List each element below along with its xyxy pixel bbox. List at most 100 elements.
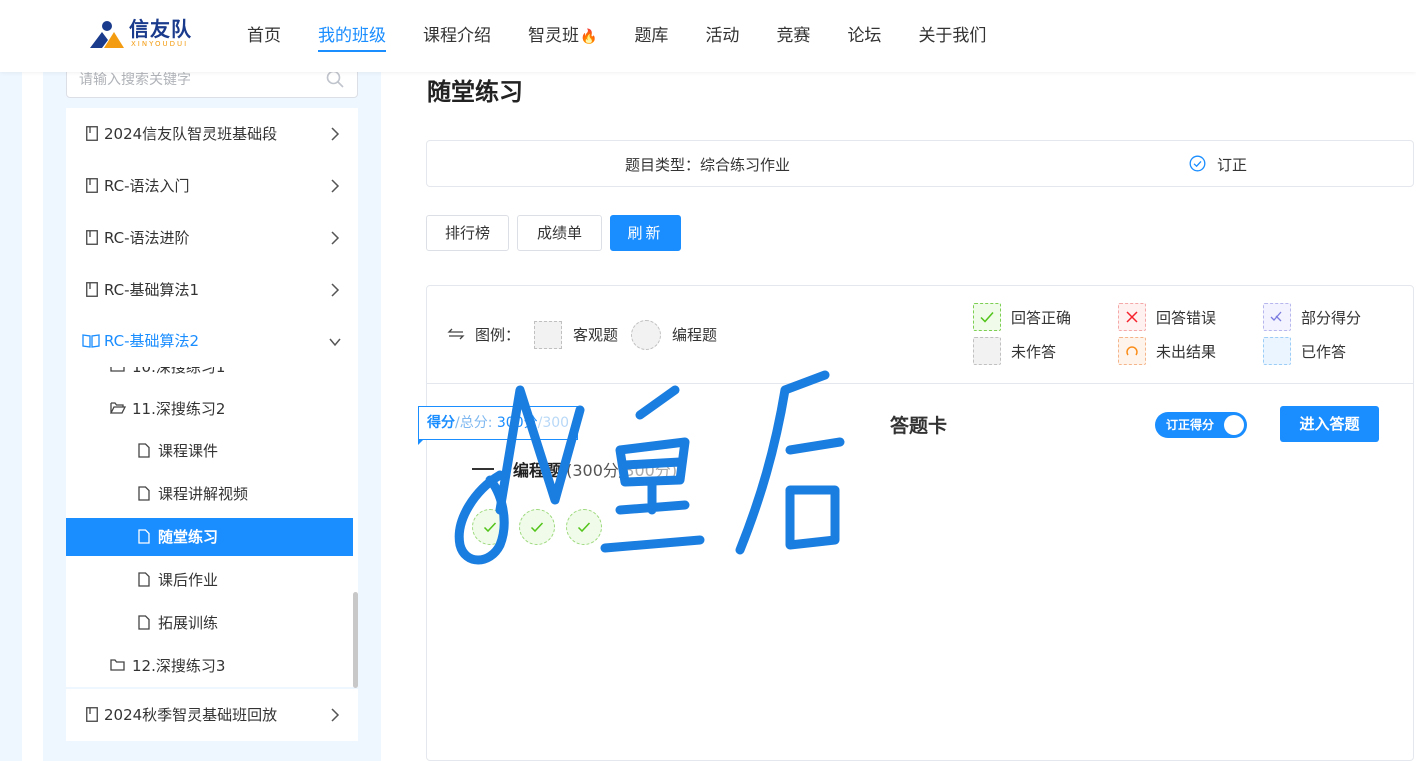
legend-title-text: 图例：: [475, 326, 521, 344]
course-item-2024-base[interactable]: 2024信友队智灵班基础段: [66, 108, 358, 160]
tree-label: 10.深搜练习1: [132, 367, 226, 376]
main-nav: 首页 我的班级 课程介绍 智灵班🔥 题库 活动 竞赛 论坛 关于我们: [247, 0, 1023, 72]
section-total: 300分): [624, 461, 678, 480]
chevron-right-icon: [331, 179, 340, 193]
tree-label: 课后作业: [158, 571, 219, 589]
correction-score-toggle[interactable]: 订正得分: [1155, 412, 1247, 438]
nav-label: 活动: [705, 26, 740, 46]
book-icon: [86, 230, 98, 245]
tree-node-extension[interactable]: 拓展训练: [66, 602, 358, 644]
nav-item-forum[interactable]: 论坛: [847, 0, 881, 72]
nav-label: 智灵班: [528, 26, 579, 46]
nav-item-problem-bank[interactable]: 题库: [634, 0, 668, 72]
tree-label: 拓展训练: [158, 614, 219, 632]
course-item-grammar-intro[interactable]: RC-语法入门: [66, 160, 358, 212]
toggle-knob: [1224, 415, 1244, 435]
nav-item-zhiling-class[interactable]: 智灵班🔥: [528, 0, 597, 72]
chevron-right-icon: [331, 127, 340, 141]
score-total: /300: [537, 415, 570, 431]
course-label: RC-语法进阶: [104, 229, 190, 247]
legend-objective-label: 客观题: [573, 326, 619, 344]
tree-node-video[interactable]: 课程讲解视频: [66, 473, 358, 515]
nav-item-course-intro[interactable]: 课程介绍: [423, 0, 491, 72]
assignment-info-bar: 题目类型：综合练习作业 订正: [426, 140, 1414, 187]
logo-mark-icon: [90, 21, 124, 48]
open-book-icon: [82, 334, 100, 348]
legend-correct-swatch: [973, 303, 1001, 331]
check-circle-icon: [1189, 155, 1206, 172]
score-tag: 得分/总分: 300分/300: [418, 406, 579, 445]
check-icon: [577, 522, 591, 533]
file-icon: [138, 615, 150, 630]
course-label: 2024信友队智灵班基础段: [104, 125, 278, 143]
check-icon: [980, 312, 994, 323]
nav-item-about[interactable]: 关于我们: [918, 0, 986, 72]
correction-status: 订正: [1189, 154, 1247, 175]
section-programming: 编程题 (300分/300分): [513, 457, 677, 481]
section-dash: [472, 468, 494, 470]
chapter-tree: 10.深搜练习1 11.深搜练习2 课程课件 课程讲解视频 随堂练习 课后作业 …: [66, 367, 358, 687]
brand-sub: XINYOUDUI: [131, 40, 189, 48]
question-1-button[interactable]: [472, 509, 508, 545]
question-3-button[interactable]: [566, 509, 602, 545]
correction-label: 订正: [1217, 156, 1248, 174]
brand-logo[interactable]: 信友队 XINYOUDUI: [88, 18, 192, 54]
nav-label: 首页: [247, 26, 281, 46]
tree-label: 12.深搜练习3: [132, 657, 226, 675]
legend-pending-swatch: [1118, 337, 1146, 365]
tree-label: 11.深搜练习2: [132, 400, 226, 418]
legend-objective-swatch: [534, 321, 562, 349]
pending-icon: [1126, 346, 1138, 356]
legend-unanswered-label: 未作答: [1011, 343, 1057, 361]
course-item-algo-1[interactable]: RC-基础算法1: [66, 264, 358, 316]
legend-wrong-swatch: [1118, 303, 1146, 331]
nav-label: 竞赛: [776, 26, 811, 46]
search-placeholder: 请输入搜索关键字: [79, 72, 191, 88]
toggle-label: 订正得分: [1166, 418, 1215, 432]
tree-node-homework[interactable]: 课后作业: [66, 559, 358, 601]
score-value: 300分: [496, 415, 538, 431]
question-type: 题目类型：综合练习作业: [625, 156, 791, 174]
course-item-grammar-advanced[interactable]: RC-语法进阶: [66, 212, 358, 264]
course-label: 2024秋季智灵基础班回放: [104, 706, 278, 724]
legend-wrong-label: 回答错误: [1156, 309, 1217, 327]
course-item-autumn-replay[interactable]: 2024秋季智灵基础班回放: [66, 689, 358, 741]
report-card-button[interactable]: 成绩单: [517, 215, 602, 251]
chevron-right-icon: [331, 231, 340, 245]
legend-programming-label: 编程题: [672, 326, 718, 344]
cross-icon: [1126, 311, 1138, 323]
folder-open-icon: [110, 402, 126, 414]
refresh-button[interactable]: 刷新: [610, 215, 681, 251]
partial-icon: [1270, 311, 1282, 322]
page-title: 随堂练习: [427, 78, 523, 106]
question-2-button[interactable]: [519, 509, 555, 545]
file-icon: [138, 572, 150, 587]
legend-answered-swatch: [1263, 337, 1291, 365]
nav-item-activities[interactable]: 活动: [705, 0, 739, 72]
course-item-algo-2[interactable]: RC-基础算法2: [66, 315, 358, 367]
search-icon[interactable]: [325, 69, 345, 89]
score-label: 得分: [427, 415, 455, 431]
nav-item-contests[interactable]: 竞赛: [776, 0, 810, 72]
swap-icon: [447, 328, 465, 340]
tree-label: 课程讲解视频: [158, 485, 249, 503]
sidebar-scrollbar[interactable]: [353, 592, 358, 688]
file-icon: [138, 443, 150, 458]
enter-answer-button[interactable]: 进入答题: [1280, 406, 1379, 442]
leaderboard-button[interactable]: 排行榜: [426, 215, 509, 251]
nav-item-home[interactable]: 首页: [247, 0, 281, 72]
file-icon: [138, 486, 150, 501]
tree-node-in-class-practice[interactable]: 随堂练习: [66, 518, 353, 556]
tree-node-dfs-1[interactable]: 10.深搜练习1: [66, 367, 358, 388]
score-separator: /总分:: [455, 415, 497, 431]
legend-partial-swatch: [1263, 303, 1291, 331]
tree-node-dfs-2[interactable]: 11.深搜练习2: [66, 388, 358, 430]
answer-card-title: 答题卡: [890, 415, 948, 437]
nav-item-my-class[interactable]: 我的班级: [318, 0, 386, 72]
legend-correct-label: 回答正确: [1011, 309, 1072, 327]
top-navigation-bar: 信友队 XINYOUDUI 首页 我的班级 课程介绍 智灵班🔥 题库 活动 竞赛…: [0, 0, 1416, 72]
chevron-right-icon: [331, 708, 340, 722]
tree-node-dfs-3[interactable]: 12.深搜练习3: [66, 645, 358, 687]
legend-answered-label: 已作答: [1301, 343, 1347, 361]
tree-node-courseware[interactable]: 课程课件: [66, 430, 358, 472]
